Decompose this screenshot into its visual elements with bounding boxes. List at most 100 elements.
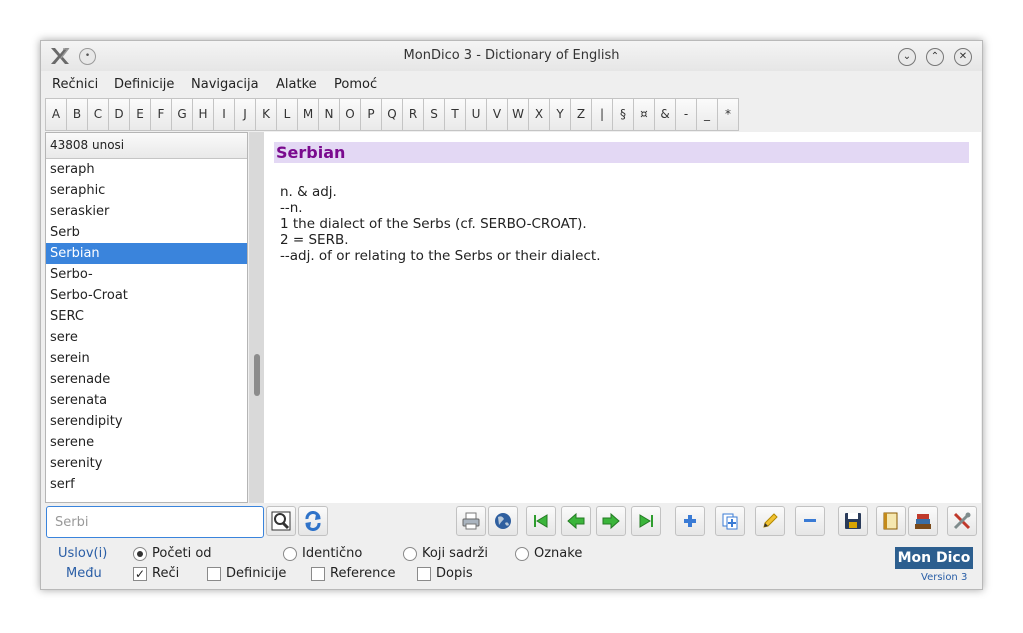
alphabet-button[interactable]: Z xyxy=(570,98,592,131)
alphabet-button[interactable]: A xyxy=(45,98,67,131)
previous-entry-button[interactable] xyxy=(561,506,591,536)
alphabet-button[interactable]: D xyxy=(108,98,130,131)
alphabet-button[interactable]: F xyxy=(150,98,172,131)
add-entry-button[interactable] xyxy=(675,506,705,536)
word-item[interactable]: seraphic xyxy=(46,180,247,201)
alphabet-button[interactable]: & xyxy=(654,98,676,131)
maximize-button[interactable]: ⌃ xyxy=(926,48,944,66)
alphabet-button[interactable]: J xyxy=(234,98,256,131)
word-item[interactable]: serene xyxy=(46,432,247,453)
radio-tags[interactable]: Oznake xyxy=(515,546,582,561)
search-button[interactable] xyxy=(266,506,296,536)
check-words[interactable]: ✓ Reči xyxy=(133,566,179,581)
menu-tools[interactable]: Alatke xyxy=(276,77,317,92)
menu-navigation[interactable]: Navigacija xyxy=(191,77,259,92)
word-item[interactable]: SERC xyxy=(46,306,247,327)
radio-contains[interactable]: Koji sadrži xyxy=(403,546,488,561)
alphabet-button[interactable]: | xyxy=(591,98,613,131)
radio-button[interactable] xyxy=(133,546,147,561)
word-item[interactable]: serendipity xyxy=(46,411,247,432)
first-entry-button[interactable] xyxy=(526,506,556,536)
checkbox[interactable] xyxy=(417,566,431,581)
refresh-button[interactable] xyxy=(298,506,328,536)
word-item[interactable]: Serbo- xyxy=(46,264,247,285)
alphabet-button[interactable]: M xyxy=(297,98,319,131)
alphabet-button[interactable]: V xyxy=(486,98,508,131)
save-icon xyxy=(845,513,861,529)
word-item[interactable]: serenity xyxy=(46,453,247,474)
close-button[interactable]: ✕ xyxy=(954,48,972,66)
scrollbar-thumb[interactable] xyxy=(254,354,260,396)
definition-line: 1 the dialect of the Serbs (cf. SERBO-CR… xyxy=(280,216,587,232)
alphabet-button[interactable]: Q xyxy=(381,98,403,131)
alphabet-button[interactable]: * xyxy=(717,98,739,131)
alphabet-button[interactable]: P xyxy=(360,98,382,131)
word-item[interactable]: Serbo-Croat xyxy=(46,285,247,306)
checkbox[interactable] xyxy=(311,566,325,581)
search-input[interactable] xyxy=(46,506,264,538)
alphabet-button[interactable]: G xyxy=(171,98,193,131)
word-item[interactable]: serf xyxy=(46,474,247,495)
alphabet-button[interactable]: O xyxy=(339,98,361,131)
minimize-button[interactable]: ⌄ xyxy=(898,48,916,66)
books-button[interactable] xyxy=(908,506,938,536)
alphabet-button[interactable]: E xyxy=(129,98,151,131)
alphabet-button[interactable]: L xyxy=(276,98,298,131)
word-item[interactable]: serenata xyxy=(46,390,247,411)
word-item[interactable]: seraph xyxy=(46,159,247,180)
remove-entry-button[interactable] xyxy=(795,506,825,536)
next-icon xyxy=(602,512,620,530)
word-item[interactable]: serenade xyxy=(46,369,247,390)
last-icon xyxy=(639,514,653,528)
checkbox[interactable] xyxy=(207,566,221,581)
menu-definitions[interactable]: Definicije xyxy=(114,77,174,92)
alphabet-button[interactable]: S xyxy=(423,98,445,131)
alphabet-button[interactable]: R xyxy=(402,98,424,131)
alphabet-button[interactable]: W xyxy=(507,98,529,131)
radio-button[interactable] xyxy=(403,546,417,561)
check-definitions[interactable]: Definicije xyxy=(207,566,286,581)
word-item[interactable]: Serb xyxy=(46,222,247,243)
print-button[interactable] xyxy=(456,506,486,536)
checkbox[interactable]: ✓ xyxy=(133,566,147,581)
web-lookup-button[interactable] xyxy=(488,506,518,536)
radio-button[interactable] xyxy=(283,546,297,561)
alphabet-button[interactable]: X xyxy=(528,98,550,131)
word-item[interactable]: seraskier xyxy=(46,201,247,222)
dictionary-button[interactable] xyxy=(876,506,906,536)
check-notes[interactable]: Dopis xyxy=(417,566,473,581)
alphabet-button[interactable]: N xyxy=(318,98,340,131)
last-entry-button[interactable] xyxy=(631,506,661,536)
alphabet-button[interactable]: K xyxy=(255,98,277,131)
save-button[interactable] xyxy=(838,506,868,536)
check-references[interactable]: Reference xyxy=(311,566,395,581)
radio-identical[interactable]: Identično xyxy=(283,546,362,561)
alphabet-button[interactable]: B xyxy=(66,98,88,131)
edit-entry-button[interactable] xyxy=(755,506,785,536)
alphabet-button[interactable]: - xyxy=(675,98,697,131)
alphabet-button[interactable]: H xyxy=(192,98,214,131)
alphabet-button[interactable]: T xyxy=(444,98,466,131)
alphabet-button[interactable]: U xyxy=(465,98,487,131)
radio-starts-with[interactable]: Početi od xyxy=(133,546,212,561)
next-entry-button[interactable] xyxy=(596,506,626,536)
alphabet-button[interactable]: C xyxy=(87,98,109,131)
list-scrollbar[interactable] xyxy=(249,132,264,503)
menu-dictionaries[interactable]: Rečnici xyxy=(52,77,98,92)
alphabet-bar: A B C D E F G H I J K L M N O P Q R S T U V W X Y Z | § ¤ & - _ * xyxy=(45,98,739,131)
alphabet-button[interactable]: ¤ xyxy=(633,98,655,131)
word-list-panel: 43808 unosi seraph seraphic seraskier Serb S… xyxy=(45,132,248,503)
alphabet-button[interactable]: § xyxy=(612,98,634,131)
entry-count: 43808 unosi xyxy=(46,133,247,159)
word-item[interactable]: serein xyxy=(46,348,247,369)
word-item[interactable]: sere xyxy=(46,327,247,348)
alphabet-button[interactable]: _ xyxy=(696,98,718,131)
add-copy-button[interactable] xyxy=(715,506,745,536)
radio-button[interactable] xyxy=(515,546,529,561)
menu-help[interactable]: Pomoć xyxy=(334,77,377,92)
globe-icon xyxy=(495,513,511,529)
alphabet-button[interactable]: Y xyxy=(549,98,571,131)
alphabet-button[interactable]: I xyxy=(213,98,235,131)
settings-button[interactable] xyxy=(947,506,977,536)
selected-word-item[interactable]: Serbian xyxy=(46,243,247,264)
